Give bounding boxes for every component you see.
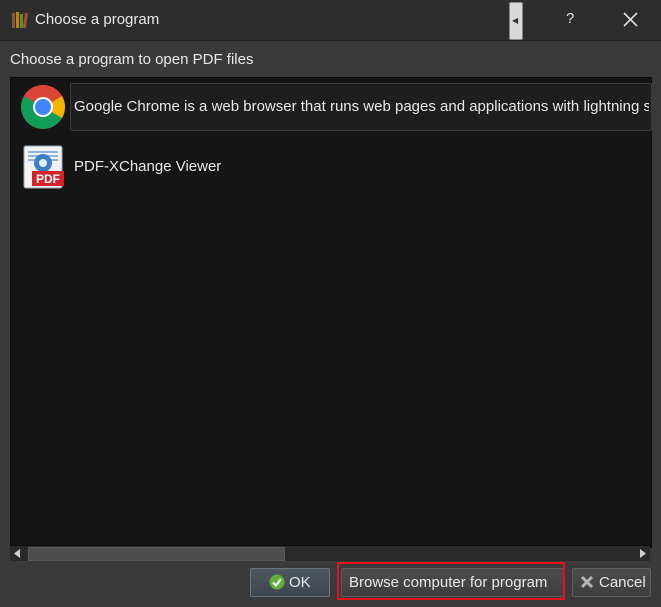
cancel-button[interactable]: Cancel [572, 568, 651, 597]
horizontal-scrollbar[interactable] [10, 545, 650, 561]
scroll-right-icon[interactable] [635, 546, 650, 561]
help-button[interactable]: ? [566, 10, 574, 27]
chrome-icon [21, 85, 65, 129]
scroll-thumb[interactable] [28, 547, 285, 561]
title-resize-handle[interactable]: ◀ [509, 2, 523, 40]
x-icon [580, 575, 594, 589]
list-item-pdf-xchange-viewer[interactable]: PDF PDF-XChange Viewer [11, 140, 651, 190]
svg-text:PDF: PDF [36, 172, 60, 186]
browse-label: Browse computer for program [349, 574, 548, 591]
scroll-left-icon[interactable] [10, 546, 25, 561]
ok-label: OK [289, 574, 311, 591]
pdf-xchange-icon: PDF [23, 145, 64, 189]
title-bar: Choose a program ◀ ? [0, 0, 661, 41]
browse-computer-button[interactable]: Browse computer for program [341, 568, 565, 597]
program-list[interactable]: Google Chrome is a web browser that runs… [10, 77, 652, 548]
program-label: Google Chrome is a web browser that runs… [74, 98, 649, 115]
list-item-google-chrome[interactable]: Google Chrome is a web browser that runs… [11, 80, 652, 131]
check-icon [269, 574, 285, 590]
program-label: PDF-XChange Viewer [74, 158, 222, 175]
books-icon [12, 12, 28, 29]
close-icon[interactable] [621, 7, 641, 31]
prompt-label: Choose a program to open PDF files [10, 51, 254, 68]
window-title: Choose a program [35, 11, 160, 28]
cancel-label: Cancel [599, 574, 646, 591]
ok-button[interactable]: OK [250, 568, 330, 597]
